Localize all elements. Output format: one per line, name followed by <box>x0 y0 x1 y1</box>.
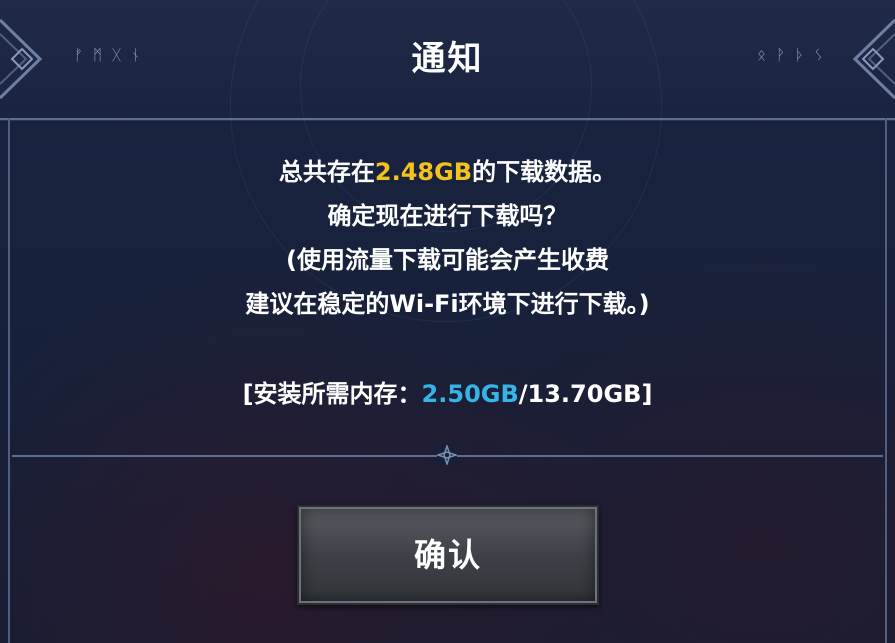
dialog-header: ᚠᛗᚷᚾ ᛟᚹᚦᛊ 通知 <box>0 0 895 322</box>
install-info-suffix: /13.70GB] <box>518 380 653 408</box>
install-info-prefix: [安装所需内存： <box>242 380 422 408</box>
message-body: 总共存在2.48GB的下载数据。 确定现在进行下载吗？ (使用流量下载可能会产生… <box>0 150 895 326</box>
notification-dialog: ᚠᛗᚷᚾ ᛟᚹᚦᛊ 通知 总共存在2.48GB的下载数据。 确定现在进行下载吗？… <box>0 0 895 643</box>
message-line-1-prefix: 总共存在 <box>278 158 375 186</box>
diamond-ornament-icon <box>437 445 457 465</box>
message-line-1-suffix: 的下载数据。 <box>472 158 617 186</box>
download-size: 2.48GB <box>374 158 473 186</box>
message-line-2: 确定现在进行下载吗？ <box>327 202 568 230</box>
confirm-button[interactable]: 确认 <box>297 505 599 605</box>
dialog-title: 通知 <box>411 39 484 79</box>
message-line-1: 总共存在2.48GB的下载数据。 <box>0 150 895 194</box>
required-memory: 2.50GB <box>421 380 519 408</box>
install-memory-info: [安装所需内存：2.50GB/13.70GB] <box>0 372 895 416</box>
message-line-3: (使用流量下载可能会产生收费 <box>286 246 609 274</box>
message-line-4: 建议在稳定的Wi-Fi环境下进行下载。) <box>245 290 650 318</box>
